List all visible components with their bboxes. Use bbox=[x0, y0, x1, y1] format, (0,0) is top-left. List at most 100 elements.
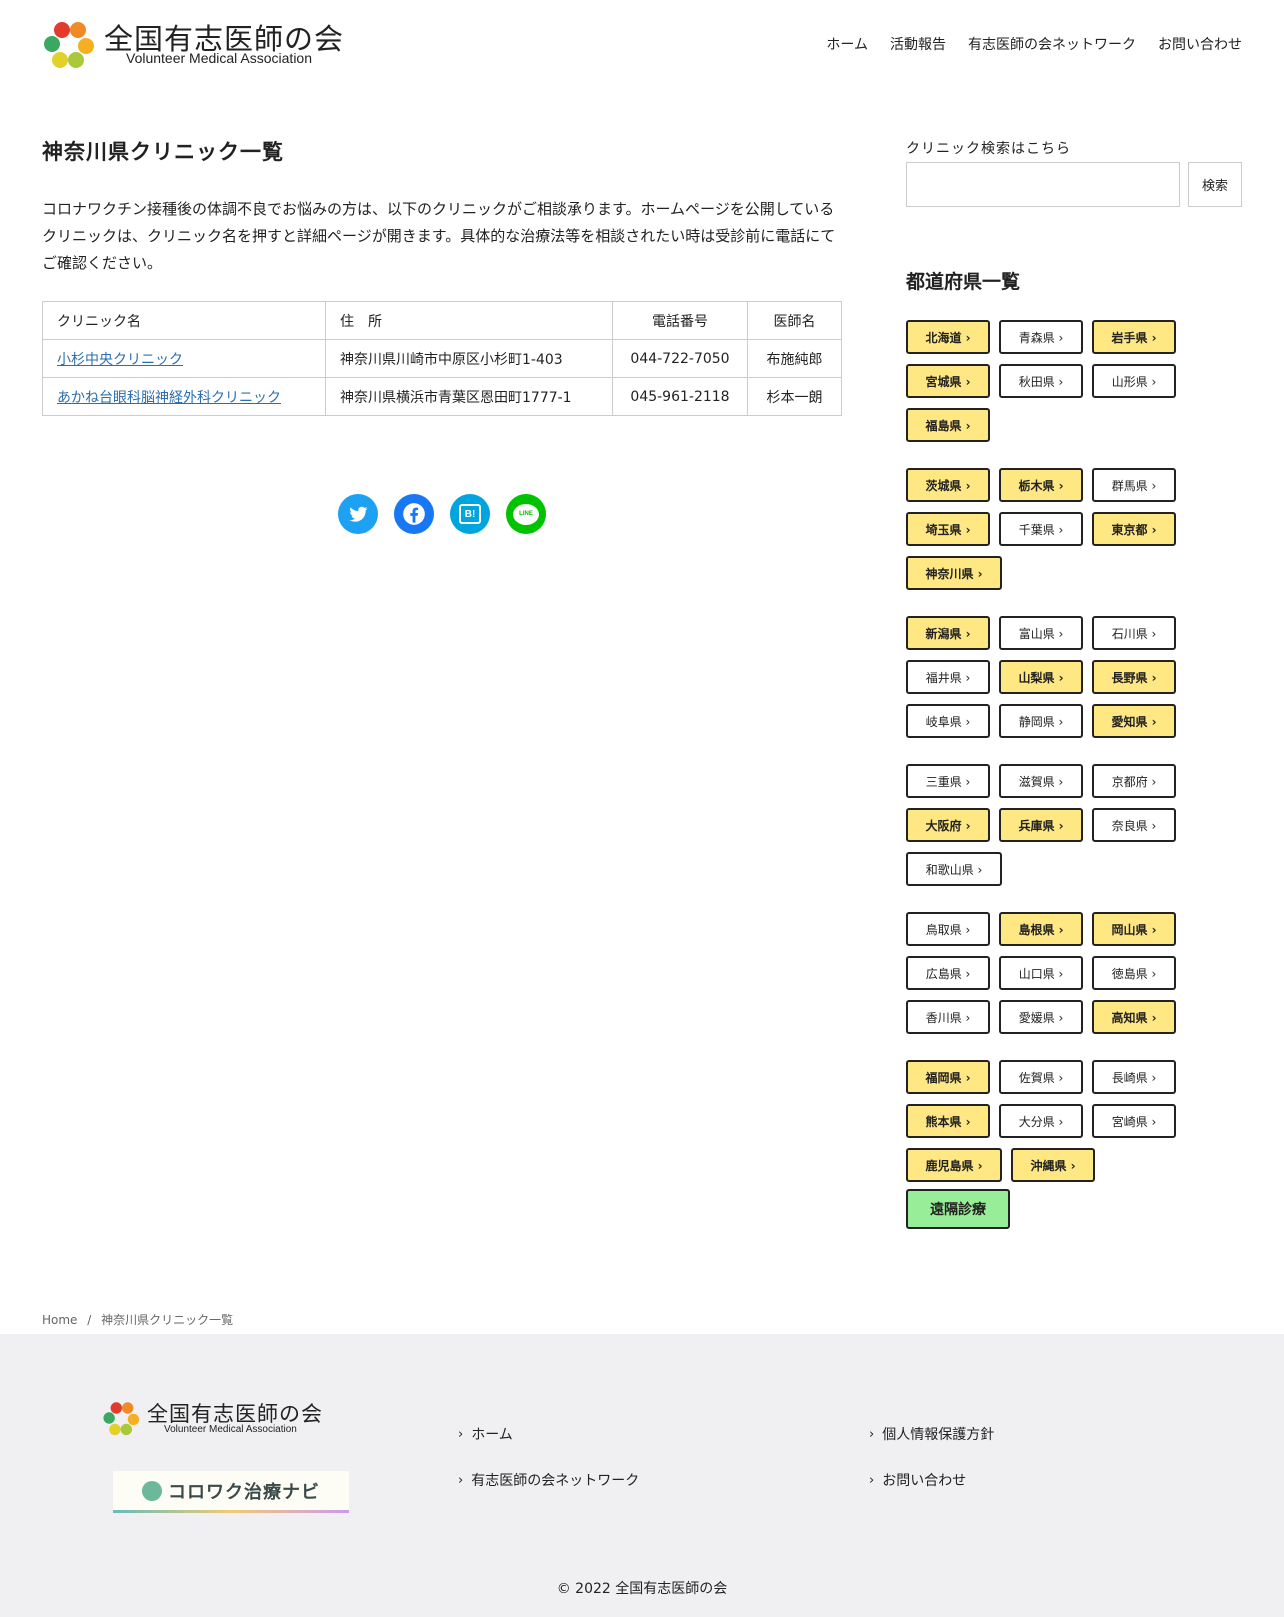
footer-links-right: › 個人情報保護方針 › お問い合わせ bbox=[869, 1424, 994, 1516]
clinic-doctor: 布施純郎 bbox=[747, 339, 842, 378]
prefecture-button[interactable]: 静岡県 › bbox=[999, 704, 1083, 738]
footer-link-home[interactable]: › ホーム bbox=[458, 1424, 639, 1444]
prefecture-button[interactable]: 和歌山県 › bbox=[906, 852, 1002, 886]
prefecture-button[interactable]: 広島県 › bbox=[906, 956, 990, 990]
corowaku-navi-banner[interactable]: コロワク治療ナビ bbox=[113, 1471, 349, 1513]
clinic-table: クリニック名 住 所 電話番号 医師名 小杉中央クリニック 神奈川県川崎市中原区… bbox=[42, 301, 842, 416]
prefecture-button[interactable]: 高知県 › bbox=[1092, 1000, 1176, 1034]
site-header: 全国有志医師の会 Volunteer Medical Association ホ… bbox=[0, 0, 1284, 90]
share-line-button[interactable]: LINE bbox=[506, 494, 546, 534]
prefecture-button[interactable]: 三重県 › bbox=[906, 764, 990, 798]
prefecture-button[interactable]: 山梨県 › bbox=[999, 660, 1083, 694]
col-address: 住 所 bbox=[325, 301, 613, 340]
prefecture-button[interactable]: 岡山県 › bbox=[1092, 912, 1176, 946]
logo-flower-icon bbox=[103, 1402, 140, 1436]
prefecture-button[interactable]: 京都府 › bbox=[1092, 764, 1176, 798]
nav-network[interactable]: 有志医師の会ネットワーク bbox=[968, 34, 1136, 54]
site-logo[interactable]: 全国有志医師の会 Volunteer Medical Association bbox=[42, 14, 362, 72]
prefecture-button[interactable]: 栃木県 › bbox=[999, 468, 1083, 502]
prefecture-button[interactable]: 大分県 › bbox=[999, 1104, 1083, 1138]
region-group: 三重県 › 滋賀県 › 京都府 › 大阪府 › 兵庫県 › 奈良県 › 和歌山県 › bbox=[906, 764, 1196, 886]
prefecture-button[interactable]: 愛媛県 › bbox=[999, 1000, 1083, 1034]
table-header-row: クリニック名 住 所 電話番号 医師名 bbox=[42, 301, 842, 340]
clinic-address: 神奈川県川崎市中原区小杉町1-403 bbox=[325, 339, 613, 378]
footer-link-privacy[interactable]: › 個人情報保護方針 bbox=[869, 1424, 994, 1444]
search-input[interactable] bbox=[906, 162, 1180, 207]
prefecture-button[interactable]: 岐阜県 › bbox=[906, 704, 990, 738]
prefecture-button[interactable]: 東京都 › bbox=[1092, 512, 1176, 546]
prefecture-button[interactable]: 奈良県 › bbox=[1092, 808, 1176, 842]
twitter-icon bbox=[349, 506, 368, 522]
table-row: 小杉中央クリニック 神奈川県川崎市中原区小杉町1-403 044-722-705… bbox=[42, 339, 842, 378]
breadcrumb-current: 神奈川県クリニック一覧 bbox=[101, 1313, 234, 1327]
prefecture-button[interactable]: 青森県 › bbox=[999, 320, 1083, 354]
prefecture-button[interactable]: 山形県 › bbox=[1092, 364, 1176, 398]
prefecture-button[interactable]: 石川県 › bbox=[1092, 616, 1176, 650]
breadcrumb-separator: / bbox=[87, 1313, 92, 1327]
footer-link-network[interactable]: › 有志医師の会ネットワーク bbox=[458, 1470, 639, 1490]
prefecture-button[interactable]: 愛知県 › bbox=[1092, 704, 1176, 738]
nav-contact[interactable]: お問い合わせ bbox=[1158, 34, 1242, 54]
footer-link-contact[interactable]: › お問い合わせ bbox=[869, 1470, 994, 1490]
prefecture-button[interactable]: 鹿児島県 › bbox=[906, 1148, 1002, 1182]
clinic-phone: 044-722-7050 bbox=[612, 339, 748, 378]
table-row: あかね台眼科脳神経外科クリニック 神奈川県横浜市青葉区恩田町1777-1 045… bbox=[42, 377, 842, 416]
share-hatena-button[interactable]: B! bbox=[450, 494, 490, 534]
share-buttons: B! LINE bbox=[338, 494, 546, 534]
prefecture-button[interactable]: 島根県 › bbox=[999, 912, 1083, 946]
prefecture-button[interactable]: 福井県 › bbox=[906, 660, 990, 694]
region-group: 茨城県 › 栃木県 › 群馬県 › 埼玉県 › 千葉県 › 東京都 › 神奈川県 › bbox=[906, 468, 1196, 590]
prefecture-button[interactable]: 佐賀県 › bbox=[999, 1060, 1083, 1094]
remote-consultation-button[interactable]: 遠隔診療 bbox=[906, 1189, 1010, 1229]
prefecture-button[interactable]: 徳島県 › bbox=[1092, 956, 1176, 990]
prefecture-button[interactable]: 福岡県 › bbox=[906, 1060, 990, 1094]
clinic-doctor: 杉本一朗 bbox=[747, 377, 842, 416]
prefecture-button[interactable]: 長崎県 › bbox=[1092, 1060, 1176, 1094]
prefecture-button[interactable]: 神奈川県 › bbox=[906, 556, 1002, 590]
prefecture-button[interactable]: 大阪府 › bbox=[906, 808, 990, 842]
share-facebook-button[interactable] bbox=[394, 494, 434, 534]
prefecture-button[interactable]: 滋賀県 › bbox=[999, 764, 1083, 798]
clinic-phone: 045-961-2118 bbox=[612, 377, 748, 416]
region-group: 北海道 › 青森県 › 岩手県 › 宮城県 › 秋田県 › 山形県 › 福島県 › bbox=[906, 320, 1196, 442]
prefecture-button[interactable]: 香川県 › bbox=[906, 1000, 990, 1034]
banner-text: コロワク治療ナビ bbox=[168, 1481, 320, 1503]
prefecture-button[interactable]: 山口県 › bbox=[999, 956, 1083, 990]
prefecture-button[interactable]: 岩手県 › bbox=[1092, 320, 1176, 354]
search-button[interactable]: 検索 bbox=[1188, 162, 1242, 207]
region-group: 鳥取県 › 島根県 › 岡山県 › 広島県 › 山口県 › 徳島県 › 香川県 › 愛媛県 ›… bbox=[906, 912, 1196, 1034]
nav-activity-report[interactable]: 活動報告 bbox=[890, 34, 946, 54]
facebook-icon bbox=[403, 503, 425, 525]
prefecture-button[interactable]: 新潟県 › bbox=[906, 616, 990, 650]
footer-links-left: › ホーム › 有志医師の会ネットワーク bbox=[458, 1424, 639, 1516]
prefecture-button[interactable]: 群馬県 › bbox=[1092, 468, 1176, 502]
search-form: 検索 bbox=[906, 162, 1242, 207]
line-icon: LINE bbox=[513, 503, 539, 525]
share-twitter-button[interactable] bbox=[338, 494, 378, 534]
prefecture-button[interactable]: 埼玉県 › bbox=[906, 512, 990, 546]
global-nav: ホーム 活動報告 有志医師の会ネットワーク お問い合わせ bbox=[826, 34, 1242, 54]
lead-text: コロナワクチン接種後の体調不良でお悩みの方は、以下のクリニックがご相談承ります。… bbox=[42, 200, 836, 272]
prefecture-button[interactable]: 鳥取県 › bbox=[906, 912, 990, 946]
breadcrumb: Home / 神奈川県クリニック一覧 bbox=[42, 1311, 239, 1328]
breadcrumb-home[interactable]: Home bbox=[42, 1313, 77, 1327]
prefecture-button[interactable]: 沖縄県 › bbox=[1011, 1148, 1095, 1182]
prefecture-button[interactable]: 長野県 › bbox=[1092, 660, 1176, 694]
hatena-icon: B! bbox=[459, 504, 481, 524]
prefecture-button[interactable]: 福島県 › bbox=[906, 408, 990, 442]
prefecture-button[interactable]: 茨城県 › bbox=[906, 468, 990, 502]
prefecture-button[interactable]: 千葉県 › bbox=[999, 512, 1083, 546]
chevron-right-icon: › bbox=[869, 1426, 875, 1442]
prefecture-button[interactable]: 兵庫県 › bbox=[999, 808, 1083, 842]
prefecture-button[interactable]: 富山県 › bbox=[999, 616, 1083, 650]
prefecture-button[interactable]: 北海道 › bbox=[906, 320, 990, 354]
footer-logo[interactable]: 全国有志医師の会 Volunteer Medical Association bbox=[102, 1398, 342, 1440]
clinic-link[interactable]: 小杉中央クリニック bbox=[57, 352, 183, 368]
nav-home[interactable]: ホーム bbox=[826, 34, 868, 54]
clinic-link[interactable]: あかね台眼科脳神経外科クリニック bbox=[57, 390, 281, 406]
prefecture-button[interactable]: 宮城県 › bbox=[906, 364, 990, 398]
prefecture-button[interactable]: 秋田県 › bbox=[999, 364, 1083, 398]
prefecture-button[interactable]: 宮崎県 › bbox=[1092, 1104, 1176, 1138]
clinic-address: 神奈川県横浜市青葉区恩田町1777-1 bbox=[325, 377, 613, 416]
prefecture-button[interactable]: 熊本県 › bbox=[906, 1104, 990, 1138]
